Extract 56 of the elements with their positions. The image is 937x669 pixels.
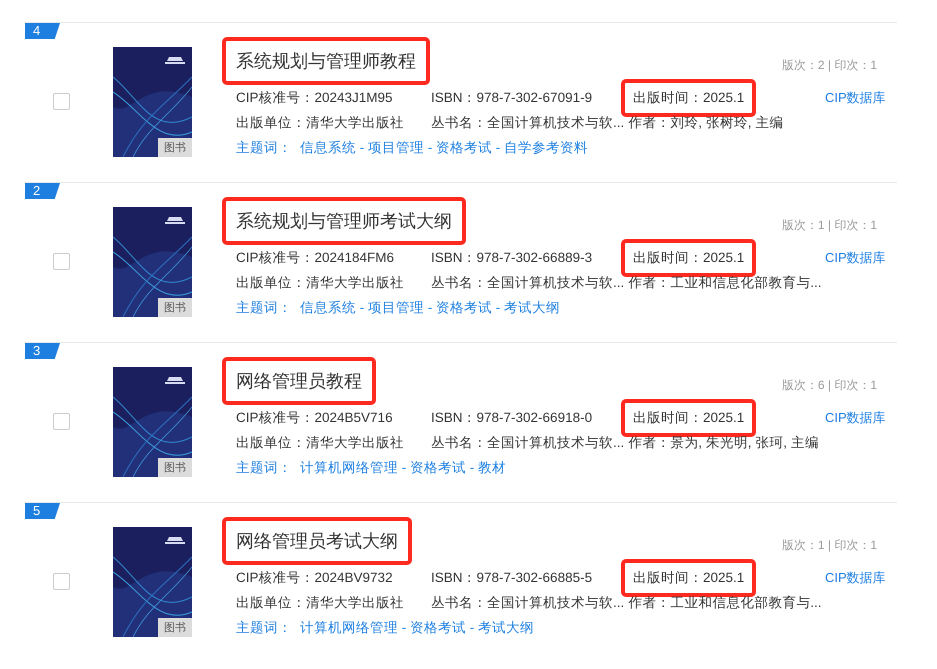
cip-number: CIP核准号：20243J1M95 [236, 88, 394, 106]
subject-links[interactable]: 信息系统 - 项目管理 - 资格考试 - 考试大纲 [300, 298, 560, 316]
publisher: 出版单位：清华大学出版社 [236, 274, 405, 292]
rank-badge: 2 [25, 183, 60, 199]
isbn: ISBN：978-7-302-66918-0 [431, 408, 594, 426]
author: 作者：景为, 朱光明, 张珂, 主编 [628, 434, 818, 452]
edition-info: 版次：1 | 印次：1 [782, 217, 877, 234]
subject-label: 主题词： [236, 618, 292, 636]
isbn: ISBN：978-7-302-66885-5 [431, 568, 594, 586]
checkbox[interactable] [53, 413, 70, 430]
subject-links[interactable]: 信息系统 - 项目管理 - 资格考试 - 自学参考资料 [300, 138, 588, 156]
isbn: ISBN：978-7-302-67091-9 [431, 88, 594, 106]
category-badge: 图书 [158, 458, 192, 477]
rank-badge: 3 [25, 343, 60, 359]
isbn: ISBN：978-7-302-66889-3 [431, 248, 594, 266]
edition-info: 版次：2 | 印次：1 [782, 57, 877, 74]
database-link[interactable]: CIP数据库 [825, 88, 886, 106]
author: 作者：工业和信息化部教育与... [628, 594, 818, 612]
edition-info: 版次：1 | 印次：1 [782, 537, 877, 554]
cip-number: CIP核准号：2024BV9732 [236, 568, 394, 586]
publisher: 出版单位：清华大学出版社 [236, 114, 405, 132]
edition-info: 版次：6 | 印次：1 [782, 377, 877, 394]
category-badge: 图书 [158, 618, 192, 637]
author: 作者：工业和信息化部教育与... [628, 274, 818, 292]
cip-number: CIP核准号：2024B5V716 [236, 408, 394, 426]
publish-date: 出版时间：2025.1 [621, 558, 756, 596]
database-link[interactable]: CIP数据库 [825, 568, 886, 586]
checkbox[interactable] [53, 93, 70, 110]
publisher: 出版单位：清华大学出版社 [236, 594, 405, 612]
rank-badge: 4 [25, 23, 60, 39]
cip-number: CIP核准号：2024184FM6 [236, 248, 396, 266]
book-title[interactable]: 网络管理员考试大纲 [222, 517, 412, 565]
series-name: 丛书名：全国计算机技术与软... [431, 114, 626, 132]
subject-label: 主题词： [236, 458, 292, 476]
publish-date: 出版时间：2025.1 [621, 238, 756, 276]
book-title[interactable]: 系统规划与管理师考试大纲 [222, 197, 466, 245]
publisher: 出版单位：清华大学出版社 [236, 434, 405, 452]
category-badge: 图书 [158, 298, 192, 317]
series-name: 丛书名：全国计算机技术与软... [431, 434, 626, 452]
series-name: 丛书名：全国计算机技术与软... [431, 274, 626, 292]
subject-label: 主题词： [236, 298, 292, 316]
rank-badge: 5 [25, 503, 60, 519]
database-link[interactable]: CIP数据库 [825, 408, 886, 426]
subject-links[interactable]: 计算机网络管理 - 资格考试 - 教材 [300, 458, 506, 476]
checkbox[interactable] [53, 573, 70, 590]
checkbox[interactable] [53, 253, 70, 270]
series-name: 丛书名：全国计算机技术与软... [431, 594, 626, 612]
subject-label: 主题词： [236, 138, 292, 156]
database-link[interactable]: CIP数据库 [825, 248, 886, 266]
subject-links[interactable]: 计算机网络管理 - 资格考试 - 考试大纲 [300, 618, 534, 636]
book-title[interactable]: 网络管理员教程 [222, 357, 376, 405]
book-title[interactable]: 系统规划与管理师教程 [222, 37, 430, 85]
publish-date: 出版时间：2025.1 [621, 78, 756, 116]
publish-date: 出版时间：2025.1 [621, 398, 756, 436]
category-badge: 图书 [158, 138, 192, 157]
author: 作者：刘玲, 张树玲, 主编 [628, 114, 784, 132]
